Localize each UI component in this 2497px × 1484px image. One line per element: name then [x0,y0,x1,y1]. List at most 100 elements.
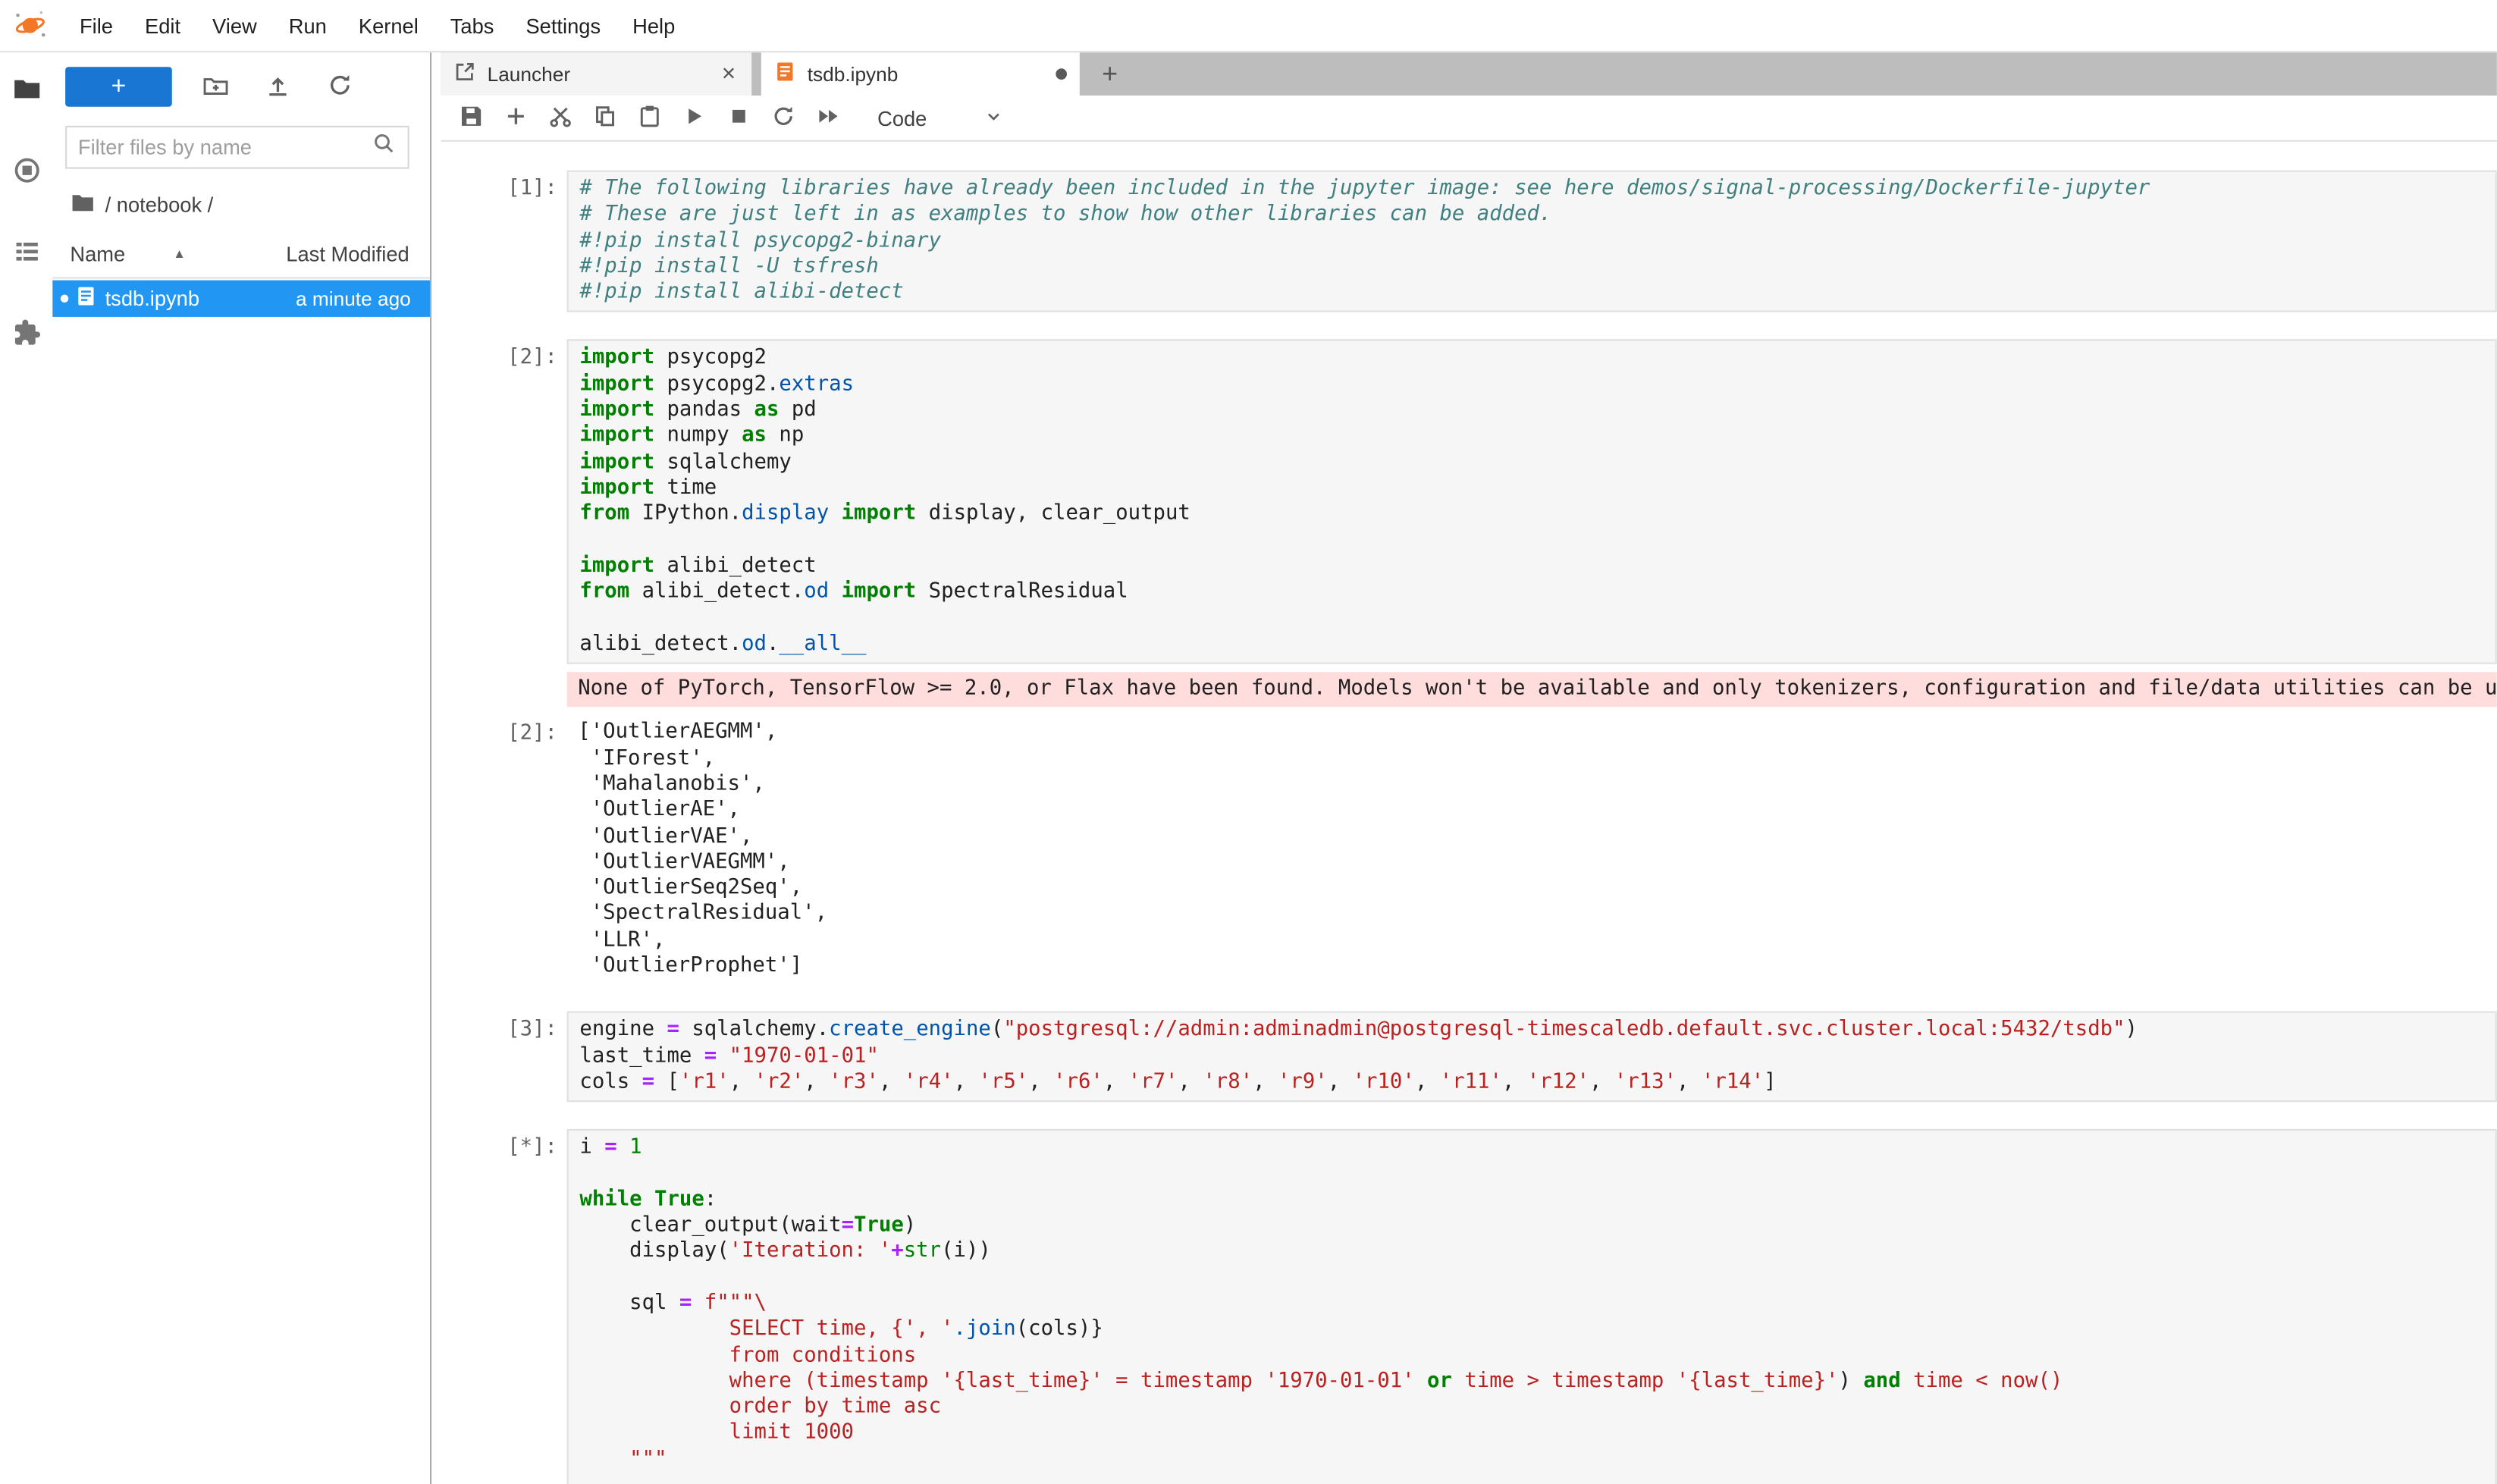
cut-icon [547,102,573,133]
refresh-icon [325,71,353,102]
panel-splitter[interactable] [430,52,441,1484]
code-line: order by time asc [579,1395,2484,1421]
code-line: import psycopg2 [579,347,2484,372]
paste-cells-button[interactable] [632,100,667,135]
cell-editor[interactable]: engine = sqlalchemy.create_engine("postg… [567,1012,2497,1102]
file-modified: a minute ago [296,287,411,309]
close-icon[interactable]: × [719,62,739,86]
file-browser-toolbar: + [52,52,430,113]
menu-view[interactable]: View [196,14,273,38]
run-icon [682,102,707,133]
cell-input-area: [1]:# The following libraries have alrea… [441,171,2497,313]
running-icon [12,155,41,189]
code-line: import alibi_detect [579,554,2484,580]
code-line: i = 1 [579,1136,2484,1162]
restart-kernel-button[interactable] [766,100,801,135]
file-browser-tab[interactable] [9,74,44,108]
code-line: where (timestamp '{last_time}' = timesta… [579,1369,2484,1395]
code-line: """ [579,1447,2484,1473]
tab-label: tsdb.ipynb [808,63,899,85]
file-row[interactable]: tsdb.ipynb a minute ago [52,281,430,317]
output-prompt: [2]: [441,716,567,985]
menu-run[interactable]: Run [273,14,343,38]
code-line: #!pip install psycopg2-binary [579,229,2484,255]
code-cell: [1]:# The following libraries have alrea… [441,171,2497,313]
menu-tabs[interactable]: Tabs [434,14,510,38]
launcher-icon [454,61,476,88]
filter-files-box [65,126,409,169]
stop-kernel-button[interactable] [721,100,756,135]
save-button[interactable] [454,100,489,135]
chevron-down-icon [983,105,1005,132]
output-prompt [441,672,567,707]
cell-editor[interactable]: i = 1 while True: clear_output(wait=True… [567,1129,2497,1484]
running-sessions-tab[interactable] [9,155,44,190]
restart-run-all-button[interactable] [811,100,845,135]
puzzle-icon [12,318,41,351]
column-name[interactable]: Name [70,242,125,266]
menu-settings[interactable]: Settings [510,14,616,38]
new-launcher-button[interactable]: + [65,67,172,107]
upload-button[interactable] [258,67,296,105]
code-line: 'OutlierSeq2Seq', [578,876,2486,902]
code-line: # The following libraries have already b… [579,177,2484,202]
extensions-tab[interactable] [9,317,44,352]
code-line: clear_output(wait=True) [579,1213,2484,1239]
modified-dot-icon [61,294,69,303]
code-cell: [3]:engine = sqlalchemy.create_engine("p… [441,1012,2497,1102]
notebook-cells: [1]:# The following libraries have alrea… [441,142,2497,1484]
folder-icon [12,74,41,108]
menu-bar: FileEditViewRunKernelTabsSettingsHelp [0,0,2497,52]
cell-editor[interactable]: # The following libraries have already b… [567,171,2497,313]
jupyter-logo-icon [13,8,48,43]
tab-notebook[interactable]: tsdb.ipynb [761,52,1080,96]
notebook-icon [774,61,796,88]
fast-forward-icon [815,102,841,133]
table-of-contents-tab[interactable] [9,236,44,271]
code-line: last_time = "1970-01-01" [579,1044,2484,1070]
code-line: 'OutlierAE', [578,798,2486,824]
column-last-modified[interactable]: Last Modified [286,242,409,266]
main-dock-panel: Launcher × tsdb.ipynb + [441,52,2497,1484]
cell-type-dropdown[interactable]: Code [877,105,1005,132]
cell-input-area: [3]:engine = sqlalchemy.create_engine("p… [441,1012,2497,1102]
menu-kernel[interactable]: Kernel [343,14,434,38]
new-folder-button[interactable] [196,67,234,105]
code-line: 'OutlierVAEGMM', [578,850,2486,876]
code-line [579,1266,2484,1291]
insert-cell-icon [503,102,529,133]
copy-cells-button[interactable] [588,100,623,135]
code-line: 'OutlierProphet'] [578,954,2486,980]
cell-type-value: Code [877,106,927,130]
toc-icon [12,237,41,270]
stop-icon [726,102,752,133]
paste-icon [637,102,663,133]
cell-execution-prompt: [*]: [441,1129,567,1484]
menu-help[interactable]: Help [616,14,691,38]
new-tab-button[interactable]: + [1089,52,1131,96]
file-list-header: Name ▲ Last Modified [52,229,430,278]
dirty-indicator-icon[interactable] [1056,68,1067,80]
code-line: import pandas as pd [579,398,2484,424]
refresh-button[interactable] [320,67,358,105]
save-icon [459,102,485,133]
code-line: while True: [579,1188,2484,1213]
menu-edit[interactable]: Edit [129,14,196,38]
cut-cells-button[interactable] [543,100,578,135]
cell-editor[interactable]: import psycopg2import psycopg2.extrasimp… [567,340,2497,664]
code-line: from IPython.display import display, cle… [579,502,2484,528]
run-cell-button[interactable] [676,100,711,135]
code-line: engine = sqlalchemy.create_engine("postg… [579,1018,2484,1044]
copy-icon [592,102,618,133]
search-icon [371,130,397,164]
upload-icon [264,71,291,102]
breadcrumb[interactable]: / notebook / [52,178,430,229]
cell-output-area: [2]:['OutlierAEGMM', 'IForest', 'Mahalan… [441,716,2497,985]
tab-launcher[interactable]: Launcher × [441,52,752,96]
code-line: display('Iteration: '+str(i)) [579,1240,2484,1266]
breadcrumb-path: / notebook / [105,193,214,216]
insert-cell-button[interactable] [498,100,533,135]
menu-file[interactable]: File [64,14,129,38]
filter-files-input[interactable] [78,135,371,159]
code-line: 'LLR', [578,928,2486,954]
